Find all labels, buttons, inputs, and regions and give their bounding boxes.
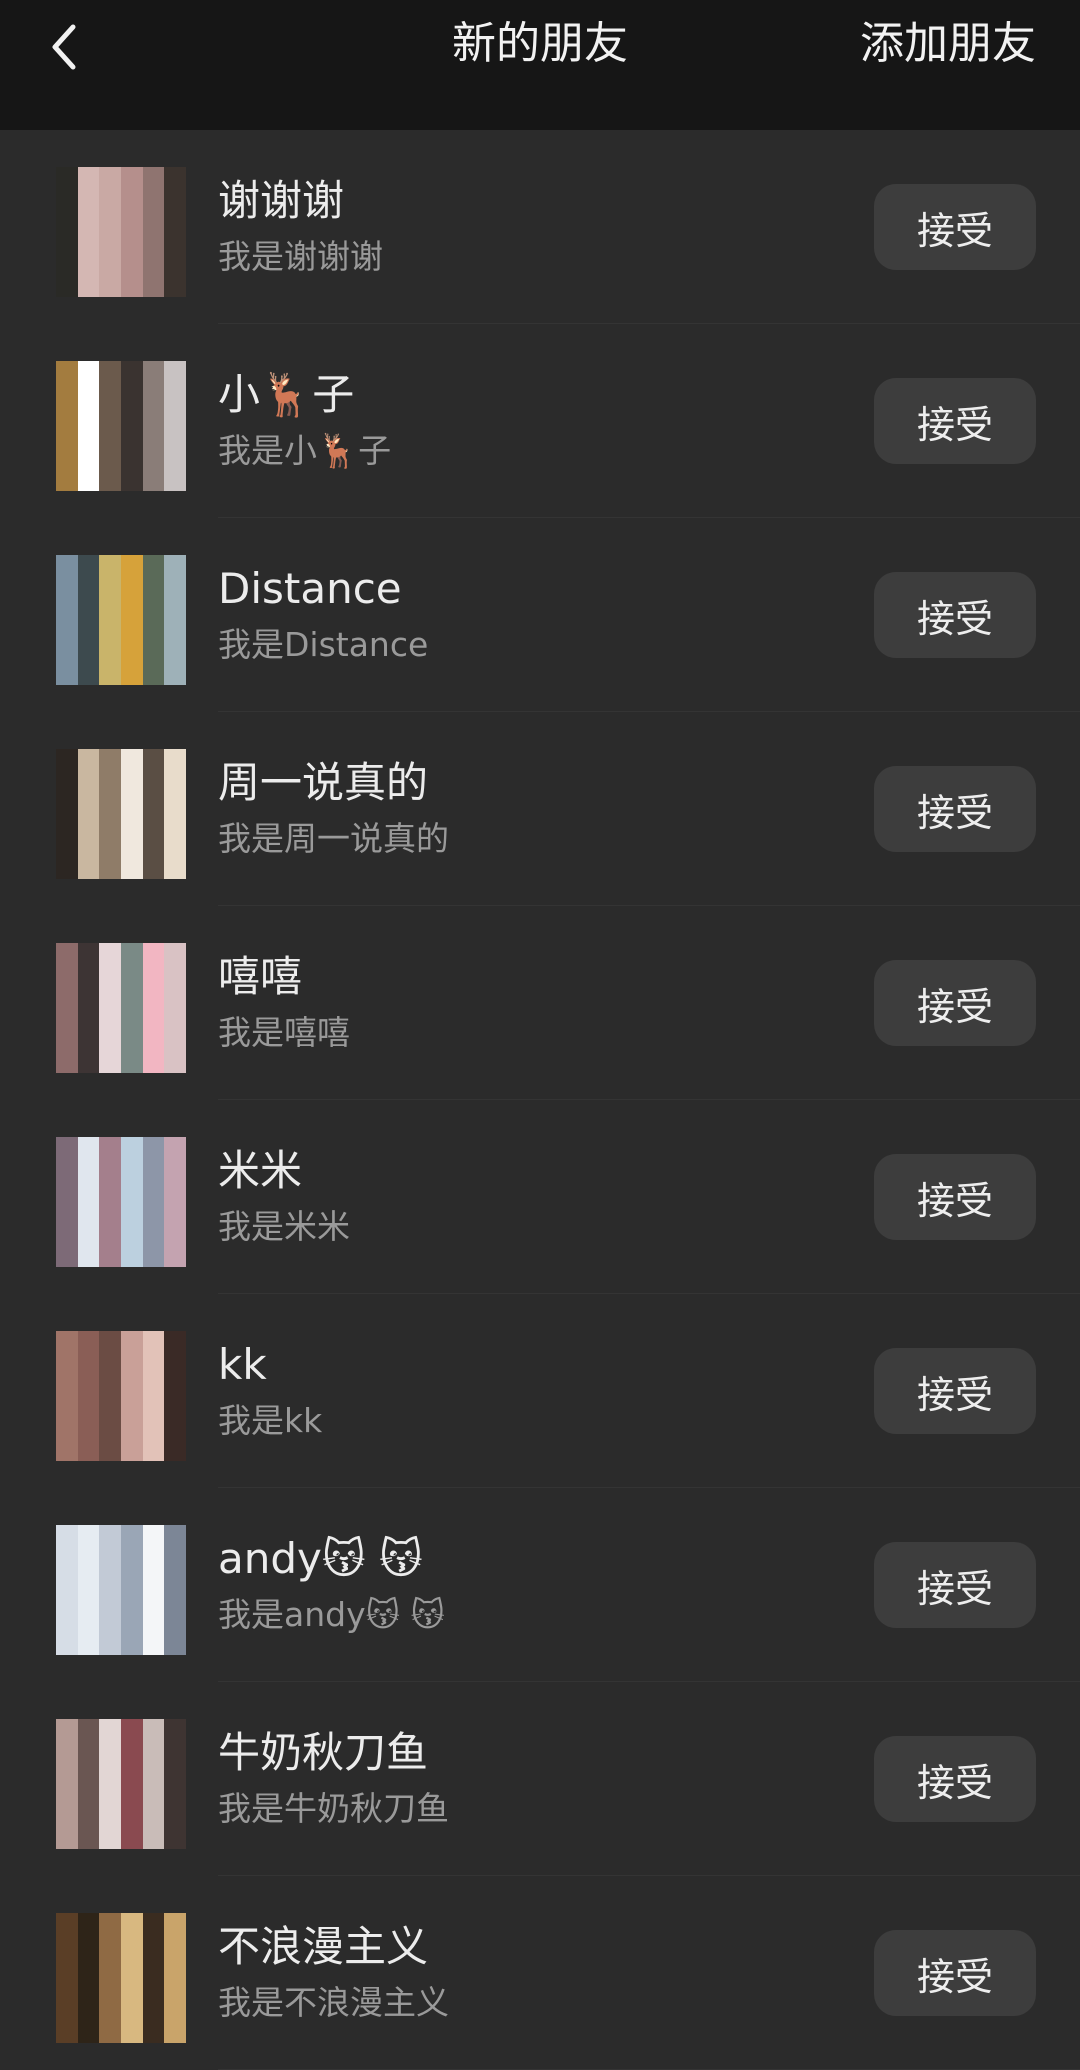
- avatar: [56, 167, 186, 297]
- top-nav-bar: 新的朋友 添加朋友: [0, 0, 1080, 130]
- avatar: [56, 943, 186, 1073]
- friend-name: 牛奶秋刀鱼: [218, 1728, 429, 1777]
- friend-name: 谢谢谢: [218, 176, 345, 225]
- avatar: [56, 1719, 186, 1849]
- avatar: [56, 1525, 186, 1655]
- friend-greeting: 我是谢谢谢: [218, 237, 383, 276]
- friend-request-row[interactable]: Distance 我是Distance 接受: [0, 518, 1080, 712]
- accept-button[interactable]: 接受: [874, 1736, 1036, 1822]
- avatar: [56, 555, 186, 685]
- friend-name: 米米: [218, 1146, 303, 1195]
- accept-button[interactable]: 接受: [874, 1154, 1036, 1240]
- friend-name: andy😽 😽: [218, 1534, 423, 1583]
- friend-name: 嘻嘻: [218, 952, 303, 1001]
- chevron-left-icon: [52, 24, 76, 70]
- back-button[interactable]: [30, 12, 100, 82]
- friend-name: 小🦌子: [218, 370, 355, 419]
- friend-request-row[interactable]: 嘻嘻 我是嘻嘻 接受: [0, 906, 1080, 1100]
- friend-request-row[interactable]: andy😽 😽 我是andy😽 😽 接受: [0, 1488, 1080, 1682]
- friend-name: 不浪漫主义: [218, 1922, 429, 1971]
- friend-request-row[interactable]: 牛奶秋刀鱼 我是牛奶秋刀鱼 接受: [0, 1682, 1080, 1876]
- avatar: [56, 1331, 186, 1461]
- add-friend-button[interactable]: 添加朋友: [860, 12, 1036, 76]
- friend-greeting: 我是小🦌子: [218, 431, 392, 470]
- friend-request-list: 谢谢谢 我是谢谢谢 接受 小🦌子 我是小🦌子 接受 Distance 我是Dis…: [0, 130, 1080, 2070]
- friend-name: kk: [218, 1340, 267, 1389]
- friend-greeting: 我是不浪漫主义: [218, 1983, 449, 2022]
- accept-button[interactable]: 接受: [874, 572, 1036, 658]
- accept-button[interactable]: 接受: [874, 766, 1036, 852]
- avatar: [56, 361, 186, 491]
- friend-greeting: 我是kk: [218, 1401, 323, 1440]
- friend-name: 周一说真的: [218, 758, 429, 807]
- friend-request-row[interactable]: 不浪漫主义 我是不浪漫主义 接受: [0, 1876, 1080, 2070]
- friend-greeting: 我是Distance: [218, 625, 429, 664]
- accept-button[interactable]: 接受: [874, 184, 1036, 270]
- avatar: [56, 749, 186, 879]
- friend-greeting: 我是米米: [218, 1207, 350, 1246]
- friend-request-row[interactable]: 小🦌子 我是小🦌子 接受: [0, 324, 1080, 518]
- friend-greeting: 我是周一说真的: [218, 819, 449, 858]
- friend-request-row[interactable]: 谢谢谢 我是谢谢谢 接受: [0, 130, 1080, 324]
- accept-button[interactable]: 接受: [874, 378, 1036, 464]
- friend-request-row[interactable]: 周一说真的 我是周一说真的 接受: [0, 712, 1080, 906]
- friend-greeting: 我是牛奶秋刀鱼: [218, 1789, 449, 1828]
- friend-name: Distance: [218, 564, 402, 613]
- friend-request-row[interactable]: kk 我是kk 接受: [0, 1294, 1080, 1488]
- friend-greeting: 我是嘻嘻: [218, 1013, 350, 1052]
- avatar: [56, 1913, 186, 2043]
- accept-button[interactable]: 接受: [874, 1930, 1036, 2016]
- accept-button[interactable]: 接受: [874, 1542, 1036, 1628]
- friend-greeting: 我是andy😽 😽: [218, 1595, 445, 1634]
- accept-button[interactable]: 接受: [874, 960, 1036, 1046]
- avatar: [56, 1137, 186, 1267]
- friend-request-row[interactable]: 米米 我是米米 接受: [0, 1100, 1080, 1294]
- accept-button[interactable]: 接受: [874, 1348, 1036, 1434]
